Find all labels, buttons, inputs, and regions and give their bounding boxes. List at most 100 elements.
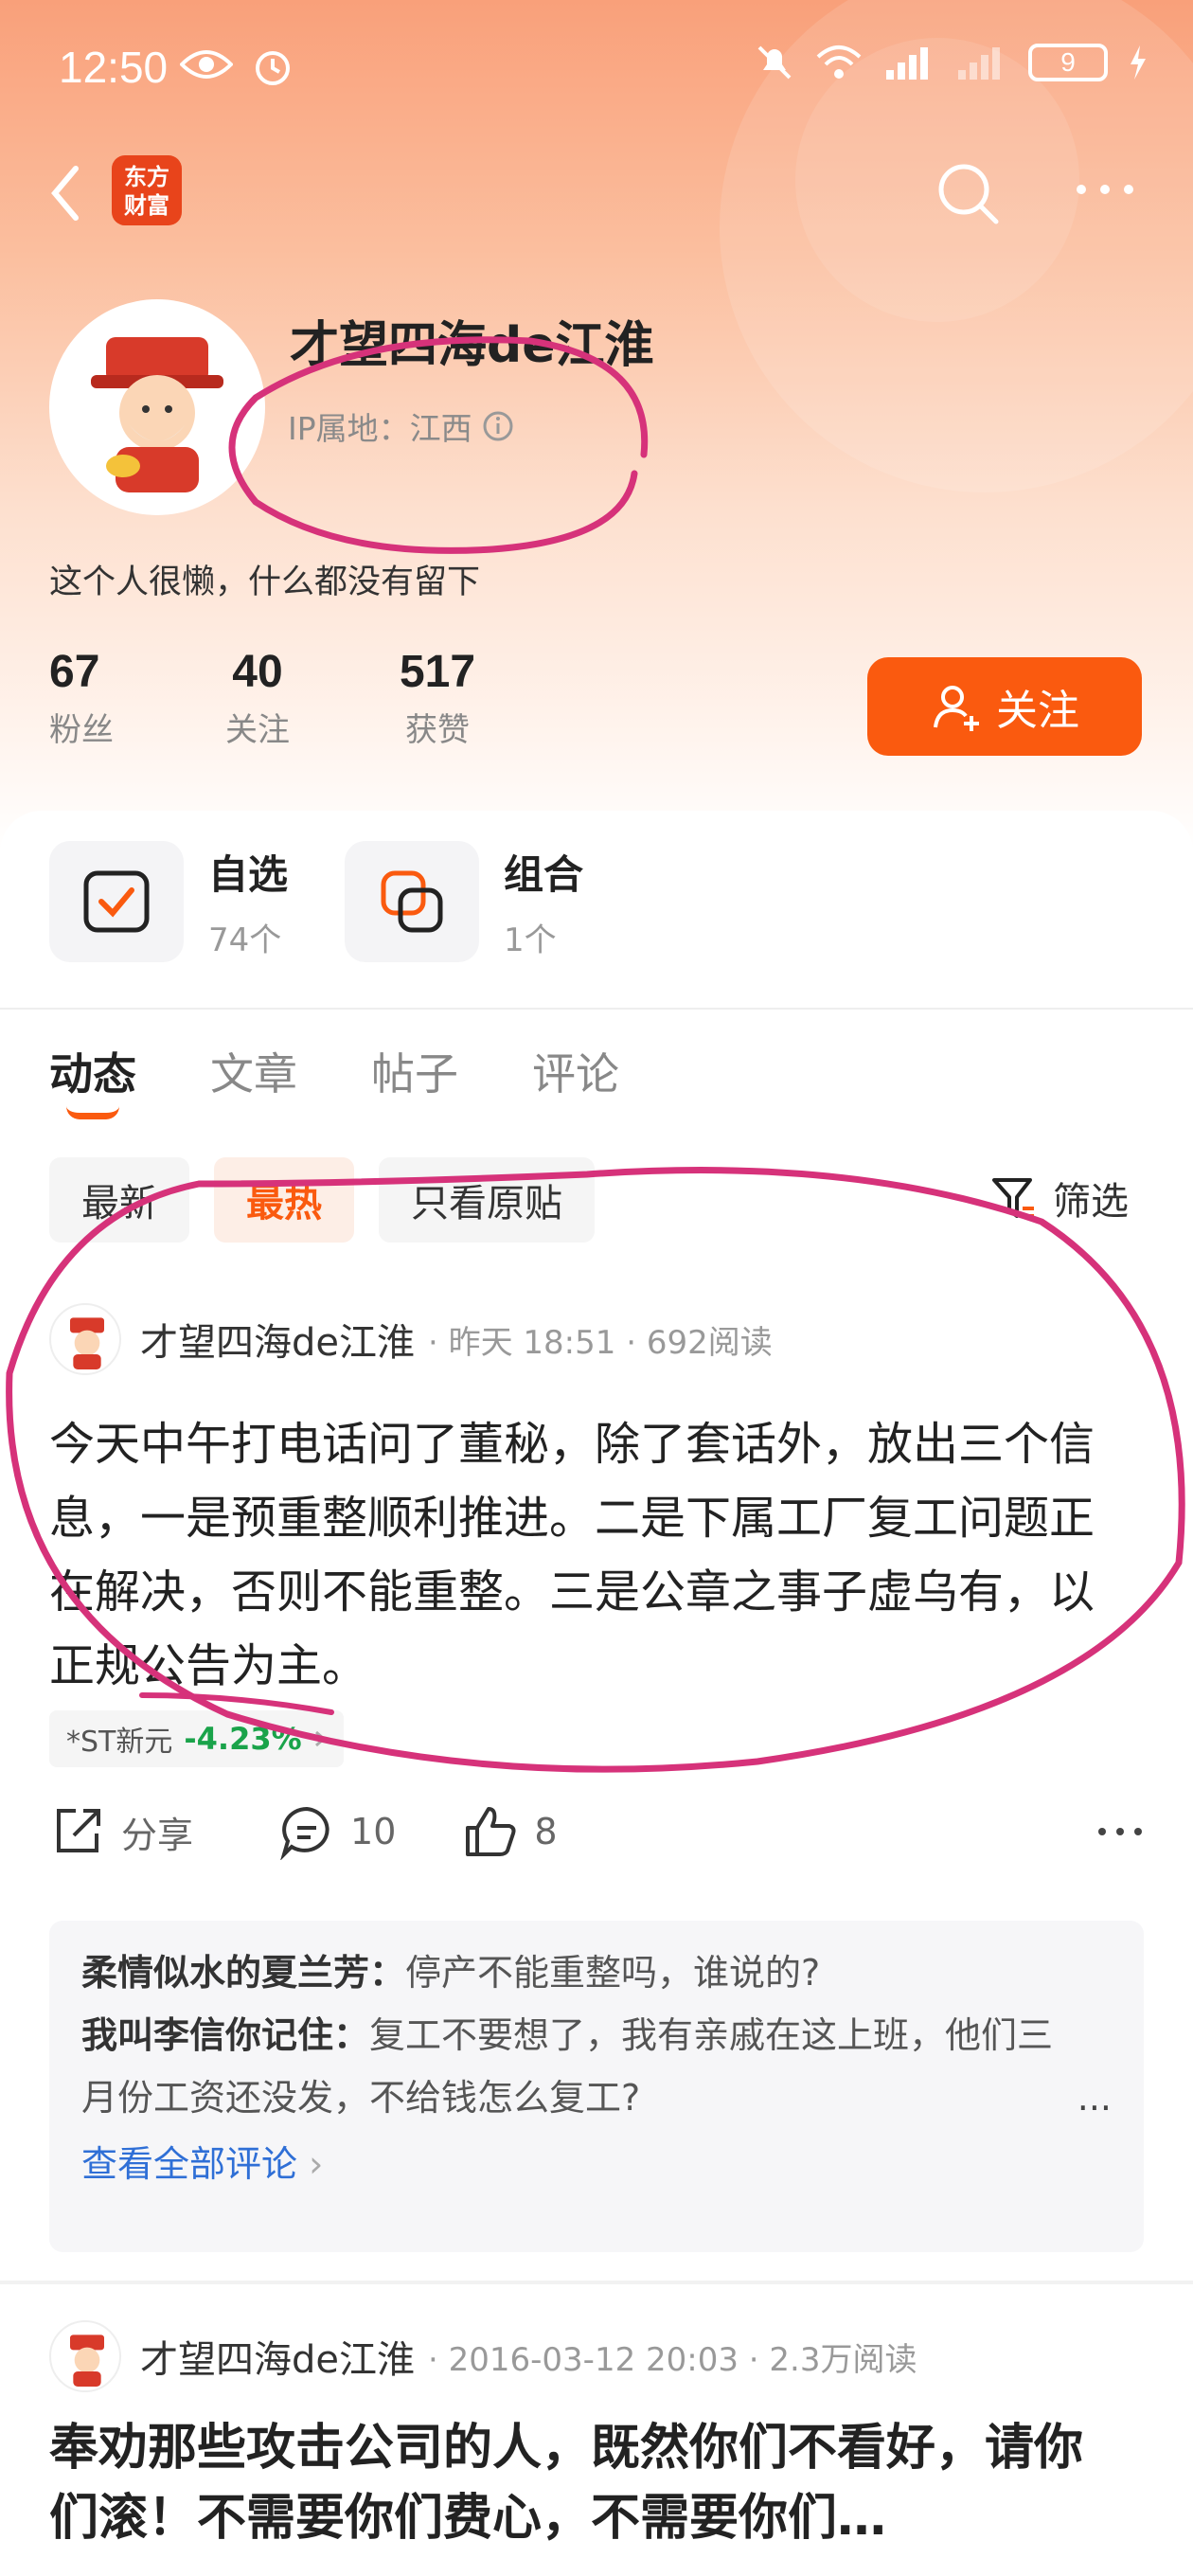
post-meta: · 2016-03-12 20:03 · 2.3万阅读: [428, 2340, 917, 2379]
tab-posts[interactable]: 帖子: [371, 1040, 458, 1102]
post-card[interactable]: 才望四海de江淮 · 2016-03-12 20:03 · 2.3万阅读 奉劝那…: [0, 2320, 1193, 2576]
tab-articles[interactable]: 文章: [210, 1040, 297, 1102]
comment-user[interactable]: 我叫李信你记住：: [81, 2014, 369, 2056]
stock-change: -4.23%: [184, 1721, 302, 1757]
alarm-icon: [256, 51, 290, 85]
quick-entries: 自选 74个 组合 1个: [49, 841, 583, 962]
comment-item: 柔情似水的夏兰芳：停产不能重整吗，谁说的?: [81, 1941, 1112, 2004]
chevron-right-icon: [314, 1730, 326, 1747]
comment-preview[interactable]: 柔情似水的夏兰芳：停产不能重整吗，谁说的? 我叫李信你记住：复工不要想了，我有亲…: [49, 1921, 1144, 2252]
funnel-icon: [992, 1178, 1034, 1218]
filter-hottest[interactable]: 最热: [214, 1157, 354, 1243]
profile-stats: 67 粉丝 40 关注 517 获赞: [49, 646, 523, 750]
share-label: 分享: [121, 1814, 194, 1856]
quick-sub: 1个: [504, 921, 557, 959]
filter-latest[interactable]: 最新: [49, 1157, 189, 1243]
add-user-icon: [934, 686, 979, 731]
comment-button[interactable]: 10: [278, 1803, 396, 1860]
tab-label: 动态: [49, 1048, 136, 1100]
god-of-wealth-avatar-icon: [91, 337, 223, 492]
wifi-icon: [816, 45, 862, 79]
stat-value: 517: [399, 647, 476, 697]
avatar[interactable]: [49, 299, 265, 515]
logo-text: 财富: [124, 192, 169, 219]
comment-count: 10: [350, 1811, 397, 1852]
author-name[interactable]: 才望四海de江淮: [140, 2329, 415, 2384]
stat-following[interactable]: 40 关注: [201, 646, 314, 750]
stat-value: 67: [49, 647, 100, 697]
more-button[interactable]: [1072, 170, 1138, 208]
post-body[interactable]: 今天中午打电话问了董秘，除了套话外，放出三个信息，一是预重整顺利推进。二是下属工…: [49, 1407, 1119, 1703]
comment-user[interactable]: 柔情似水的夏兰芳：: [81, 1952, 405, 1994]
ip-location: IP属地：江西: [288, 403, 514, 449]
watchlist-icon: [49, 841, 184, 962]
post-header: 才望四海de江淮 · 昨天 18:51 · 692阅读: [49, 1303, 773, 1375]
like-button[interactable]: 8: [462, 1803, 558, 1860]
god-of-wealth-avatar-icon: [70, 2334, 104, 2387]
stock-name: *ST新元: [66, 1726, 173, 1759]
tab-bar: 动态 文章 帖子 评论: [49, 1040, 619, 1119]
stat-label: 关注: [225, 711, 290, 749]
stat-label: 粉丝: [49, 711, 114, 749]
like-count: 8: [534, 1811, 558, 1852]
author-avatar[interactable]: [49, 1303, 121, 1375]
god-of-wealth-avatar-icon: [70, 1317, 104, 1369]
status-bar: 12:50 9: [0, 0, 1193, 133]
battery-indicator: 9: [1028, 44, 1108, 81]
quick-title: 组合: [504, 851, 584, 898]
comment-item: 我叫李信你记住：复工不要想了，我有亲戚在这上班，他们三月份工资还没发，不给钱怎么…: [81, 2004, 1112, 2129]
filter-button[interactable]: 筛选: [990, 1171, 1129, 1225]
quick-title: 自选: [208, 851, 289, 898]
post-meta: · 昨天 18:51 · 692阅读: [428, 1323, 773, 1362]
status-time: 12:50: [59, 43, 169, 92]
share-button[interactable]: 分享: [49, 1803, 193, 1860]
comment-text: 停产不能重整吗，谁说的?: [405, 1952, 821, 1994]
more-dots-icon: [1077, 185, 1133, 194]
tab-comments[interactable]: 评论: [532, 1040, 619, 1102]
author-name[interactable]: 才望四海de江淮: [140, 1312, 415, 1367]
profile-bio: 这个人很懒，什么都没有留下: [49, 564, 481, 601]
profile-name: 才望四海de江淮: [290, 317, 654, 374]
post-header: 才望四海de江淮 · 2016-03-12 20:03 · 2.3万阅读: [49, 2320, 917, 2392]
watchlist-entry[interactable]: 自选 74个: [49, 841, 288, 962]
view-all-label: 查看全部评论: [81, 2143, 298, 2185]
content-card: 自选 74个 组合 1个 动态 文章 帖子 评论 最新 最热 只看原贴 筛选 才…: [0, 811, 1193, 2576]
filter-label: 筛选: [1053, 1180, 1129, 1224]
portfolio-entry[interactable]: 组合 1个: [345, 841, 583, 962]
follow-button[interactable]: 关注: [867, 657, 1142, 756]
signal-icon: [958, 47, 1000, 80]
stat-label: 获赞: [405, 711, 470, 749]
stat-fans[interactable]: 67 粉丝: [49, 646, 201, 750]
filter-original-only[interactable]: 只看原贴: [379, 1157, 595, 1243]
post-more-button[interactable]: [1096, 1822, 1144, 1841]
sort-filters: 最新 最热 只看原贴: [49, 1157, 595, 1243]
view-all-comments-link[interactable]: 查看全部评论 ›: [81, 2135, 1112, 2187]
status-icons-right: 9: [756, 44, 1148, 81]
divider: [0, 2281, 1193, 2284]
back-button[interactable]: [45, 161, 102, 237]
author-avatar[interactable]: [49, 2320, 121, 2392]
post-actions: 分享 10 8: [49, 1803, 1144, 1860]
search-button[interactable]: [930, 155, 1006, 231]
stat-likes[interactable]: 517 获赞: [352, 646, 523, 750]
tab-activity[interactable]: 动态: [49, 1040, 136, 1119]
status-icons-left: [180, 45, 294, 87]
app-logo[interactable]: 东方 财富: [112, 155, 182, 225]
stock-tag[interactable]: *ST新元 -4.23%: [49, 1710, 344, 1767]
tab-indicator: [66, 1106, 119, 1119]
back-arrow-icon: [51, 166, 79, 221]
post-body[interactable]: 奉劝那些攻击公司的人，既然你们不看好，请你们滚！不需要你们费心，不需要你们…: [49, 2413, 1119, 2555]
chevron-right-icon: ›: [309, 2143, 324, 2185]
follow-label: 关注: [996, 687, 1079, 735]
search-icon: [938, 164, 999, 224]
charging-icon: [1131, 45, 1146, 80]
mute-icon: [757, 45, 792, 80]
post-card[interactable]: 才望四海de江淮 · 昨天 18:51 · 692阅读 今天中午打电话问了董秘，…: [0, 1303, 1193, 2252]
ip-location-text: IP属地：江西: [288, 410, 472, 447]
stat-value: 40: [232, 647, 283, 697]
thumbs-up-icon: [466, 1807, 516, 1856]
info-icon[interactable]: [482, 410, 514, 442]
quick-sub: 74个: [208, 921, 282, 959]
comment-icon: [280, 1806, 329, 1860]
signal-icon: [886, 47, 928, 80]
